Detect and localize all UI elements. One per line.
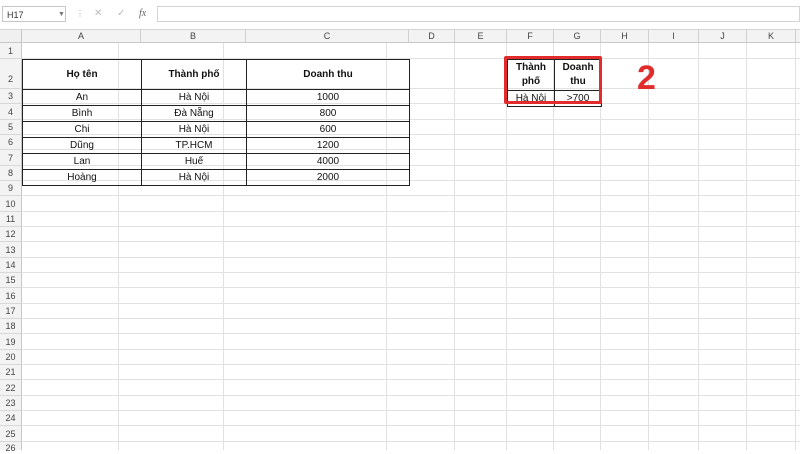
row-gridline: [22, 395, 800, 396]
row-header-14[interactable]: 14: [0, 258, 22, 273]
header-cell-city[interactable]: Thành phố: [141, 59, 247, 90]
row-gridline: [22, 364, 800, 365]
table-row: An Hà Nội 1000: [22, 89, 410, 106]
row-header-21[interactable]: 21: [0, 365, 22, 380]
cell-city[interactable]: Hà Nội: [141, 121, 247, 138]
chevron-down-icon[interactable]: ▼: [58, 11, 65, 18]
table-row: Bình Đà Nẵng 800: [22, 105, 410, 122]
row-header-26[interactable]: 26: [0, 442, 22, 453]
column-header-k[interactable]: K: [747, 30, 796, 43]
table-row: Lan Huế 4000: [22, 153, 410, 170]
row-header-7[interactable]: 7: [0, 150, 22, 166]
cell-city[interactable]: Đà Nẵng: [141, 105, 247, 122]
row-gridline: [22, 379, 800, 380]
row-header-4[interactable]: 4: [0, 104, 22, 120]
row-header-9[interactable]: 9: [0, 181, 22, 196]
cell-city[interactable]: Huế: [141, 153, 247, 170]
cell-revenue[interactable]: 2000: [246, 169, 410, 186]
row-header-20[interactable]: 20: [0, 350, 22, 365]
row-gridline: [22, 349, 800, 350]
row-header-5[interactable]: 5: [0, 120, 22, 135]
row-header-19[interactable]: 19: [0, 334, 22, 350]
row-header-25[interactable]: 25: [0, 426, 22, 442]
column-header-f[interactable]: F: [507, 30, 554, 43]
cell-name[interactable]: Lan: [22, 153, 142, 170]
row-header-1[interactable]: 1: [0, 43, 22, 59]
row-header-10[interactable]: 10: [0, 196, 22, 212]
column-header-d[interactable]: D: [409, 30, 455, 43]
row-header-11[interactable]: 11: [0, 212, 22, 227]
row-gridline: [22, 226, 800, 227]
formula-input[interactable]: [157, 6, 800, 22]
column-header-h[interactable]: H: [601, 30, 649, 43]
drag-handle-icon[interactable]: ⋮: [76, 9, 84, 18]
column-header-l[interactable]: [796, 30, 800, 43]
header-cell-revenue[interactable]: Doanh thu: [246, 59, 410, 90]
highlight-box: [504, 56, 602, 104]
row-gridline: [22, 318, 800, 319]
row-gridline: [22, 287, 800, 288]
cell-city[interactable]: Hà Nội: [141, 169, 247, 186]
row-header-24[interactable]: 24: [0, 411, 22, 426]
row-header-3[interactable]: 3: [0, 89, 22, 104]
cell-name[interactable]: Chi: [22, 121, 142, 138]
row-header-2[interactable]: 2: [0, 59, 22, 89]
row-gridline: [22, 241, 800, 242]
row-header-8[interactable]: 8: [0, 166, 22, 181]
cell-name[interactable]: Bình: [22, 105, 142, 122]
sales-data-table: Họ tên Thành phố Doanh thu An Hà Nội 100…: [22, 59, 410, 186]
row-gridline: [22, 441, 800, 442]
cell-revenue[interactable]: 800: [246, 105, 410, 122]
step-number-annotation: 2: [637, 59, 656, 97]
column-header-i[interactable]: I: [649, 30, 699, 43]
row-header-23[interactable]: 23: [0, 396, 22, 411]
row-gridline: [22, 195, 800, 196]
select-all-corner[interactable]: [0, 30, 22, 43]
table-header-row: Họ tên Thành phố Doanh thu: [22, 59, 410, 90]
cancel-icon[interactable]: ✕: [94, 8, 102, 19]
column-header-e[interactable]: E: [455, 30, 507, 43]
cell-revenue[interactable]: 1200: [246, 137, 410, 154]
column-header-a[interactable]: A: [22, 30, 141, 43]
table-row: Chi Hà Nội 600: [22, 121, 410, 138]
table-row: Dũng TP.HCM 1200: [22, 137, 410, 154]
cell-name[interactable]: An: [22, 89, 142, 106]
column-header-j[interactable]: J: [699, 30, 747, 43]
row-header-13[interactable]: 13: [0, 242, 22, 258]
insert-function-button[interactable]: fx: [139, 8, 146, 19]
row-header-22[interactable]: 22: [0, 380, 22, 396]
row-header-6[interactable]: 6: [0, 135, 22, 150]
row-gridline: [22, 303, 800, 304]
table-row: Hoàng Hà Nội 2000: [22, 169, 410, 186]
row-header-18[interactable]: 18: [0, 319, 22, 334]
row-header-12[interactable]: 12: [0, 227, 22, 242]
column-header-c[interactable]: C: [246, 30, 409, 43]
row-gridline: [22, 425, 800, 426]
row-gridline: [22, 257, 800, 258]
row-header-17[interactable]: 17: [0, 304, 22, 319]
column-header-g[interactable]: G: [554, 30, 601, 43]
cell-name[interactable]: Hoàng: [22, 169, 142, 186]
cell-city[interactable]: Hà Nội: [141, 89, 247, 106]
cell-revenue[interactable]: 600: [246, 121, 410, 138]
enter-icon[interactable]: ✓: [117, 8, 125, 19]
cell-name[interactable]: Dũng: [22, 137, 142, 154]
row-gridline: [22, 272, 800, 273]
formula-bar: H17 ▼ ⋮ ✕ ✓ fx: [0, 0, 800, 30]
row-gridline: [22, 410, 800, 411]
cell-revenue[interactable]: 1000: [246, 89, 410, 106]
cell-city[interactable]: TP.HCM: [141, 137, 247, 154]
cell-revenue[interactable]: 4000: [246, 153, 410, 170]
row-gridline: [22, 211, 800, 212]
column-header-b[interactable]: B: [141, 30, 246, 43]
row-header-15[interactable]: 15: [0, 273, 22, 288]
row-gridline: [22, 333, 800, 334]
row-header-16[interactable]: 16: [0, 288, 22, 304]
name-box[interactable]: H17: [2, 6, 66, 22]
header-cell-name[interactable]: Họ tên: [22, 59, 142, 90]
